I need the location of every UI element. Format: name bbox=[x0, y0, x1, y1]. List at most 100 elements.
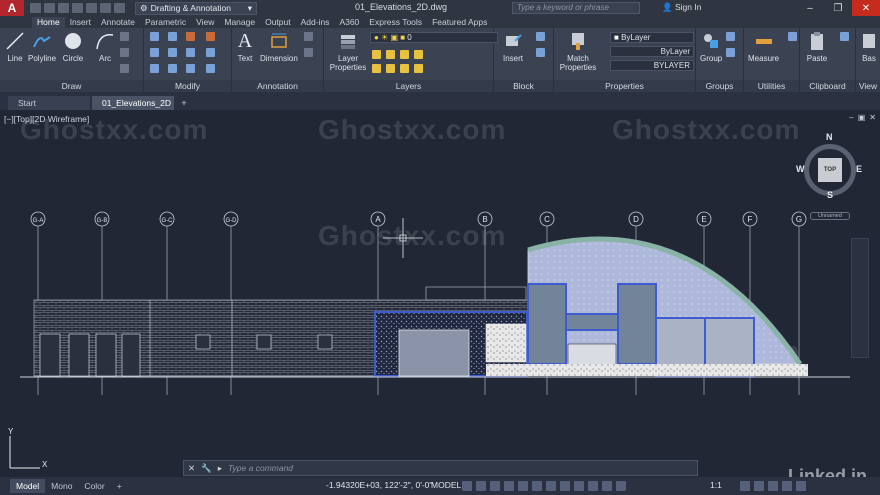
utilities-panel-label[interactable]: Utilities bbox=[744, 80, 799, 92]
command-line[interactable]: ✕ 🔧 ▸ Type a command bbox=[183, 460, 698, 476]
mirror-icon[interactable] bbox=[168, 48, 177, 57]
trim-icon[interactable] bbox=[186, 32, 195, 41]
undo-icon[interactable] bbox=[100, 3, 111, 13]
dimension-tool[interactable]: Dimension bbox=[260, 30, 298, 63]
properties-panel-label[interactable]: Properties bbox=[554, 80, 695, 92]
search-input[interactable]: Type a keyword or phrase bbox=[512, 2, 640, 14]
add-layout-button[interactable]: + bbox=[111, 479, 128, 493]
close-button[interactable]: ✕ bbox=[852, 0, 880, 16]
grid-toggle-icon[interactable] bbox=[462, 481, 472, 491]
layer-previous-icon[interactable] bbox=[414, 64, 423, 73]
snap-toggle-icon[interactable] bbox=[476, 481, 486, 491]
lineweight-toggle-icon[interactable] bbox=[560, 481, 570, 491]
selection-cycling-icon[interactable] bbox=[588, 481, 598, 491]
isodraft-toggle-icon[interactable] bbox=[518, 481, 528, 491]
stretch-icon[interactable] bbox=[150, 64, 159, 73]
navigation-bar[interactable] bbox=[851, 238, 869, 358]
tab-parametric[interactable]: Parametric bbox=[140, 17, 191, 28]
array-icon[interactable] bbox=[186, 64, 195, 73]
arc-tool[interactable]: Arc bbox=[94, 30, 116, 63]
wrench-icon[interactable]: 🔧 bbox=[201, 463, 212, 474]
match-properties-tool[interactable]: Match Properties bbox=[558, 30, 598, 72]
hardware-acceleration-icon[interactable] bbox=[782, 481, 792, 491]
print-icon[interactable] bbox=[86, 3, 97, 13]
offset-icon[interactable] bbox=[206, 64, 215, 73]
base-tool[interactable]: Bas bbox=[858, 30, 880, 63]
compass-south[interactable]: S bbox=[827, 190, 833, 200]
isolate-objects-icon[interactable] bbox=[768, 481, 778, 491]
color-dropdown[interactable]: ■ ByLayer bbox=[610, 32, 694, 43]
explode-icon[interactable] bbox=[206, 48, 215, 57]
annotation-panel-label[interactable]: Annotation bbox=[232, 80, 323, 92]
view-panel-label[interactable]: View bbox=[856, 80, 880, 92]
tab-insert[interactable]: Insert bbox=[65, 17, 96, 28]
modify-panel-label[interactable]: Modify bbox=[144, 80, 231, 92]
annotation-visibility-icon[interactable] bbox=[602, 481, 612, 491]
sign-in-link[interactable]: 👤 Sign In bbox=[662, 2, 701, 13]
tab-express-tools[interactable]: Express Tools bbox=[364, 17, 427, 28]
create-block-icon[interactable] bbox=[536, 32, 545, 41]
tab-add-ins[interactable]: Add-ins bbox=[296, 17, 335, 28]
layers-panel-label[interactable]: Layers bbox=[324, 80, 493, 92]
ucs-menu[interactable]: Unnamed bbox=[810, 212, 850, 220]
move-icon[interactable] bbox=[150, 32, 159, 41]
layout-tab-mono[interactable]: Mono bbox=[45, 479, 78, 493]
rectangle-icon[interactable] bbox=[120, 32, 129, 41]
close-icon[interactable]: ✕ bbox=[188, 463, 195, 474]
layout-tab-color[interactable]: Color bbox=[78, 479, 110, 493]
leader-icon[interactable] bbox=[304, 32, 313, 41]
copy-icon[interactable] bbox=[150, 48, 159, 57]
tab-manage[interactable]: Manage bbox=[219, 17, 260, 28]
compass-north[interactable]: N bbox=[826, 132, 833, 142]
layer-freeze-icon[interactable] bbox=[386, 50, 395, 59]
annotation-monitor-icon[interactable] bbox=[754, 481, 764, 491]
redo-icon[interactable] bbox=[114, 3, 125, 13]
layer-isolate-icon[interactable] bbox=[372, 64, 381, 73]
fillet-icon[interactable] bbox=[186, 48, 195, 57]
minimize-button[interactable]: – bbox=[796, 0, 824, 16]
autoscale-icon[interactable] bbox=[616, 481, 626, 491]
viewcube-top-face[interactable]: TOP bbox=[818, 158, 842, 182]
calculator-icon[interactable] bbox=[788, 32, 797, 41]
layout-tab-model[interactable]: Model bbox=[10, 479, 46, 493]
ungroup-icon[interactable] bbox=[726, 32, 735, 41]
viewcube[interactable]: TOP N S E W Unnamed bbox=[796, 132, 866, 222]
model-space-toggle[interactable]: MODEL bbox=[431, 480, 461, 490]
save-icon[interactable] bbox=[58, 3, 69, 13]
command-input[interactable]: Type a command bbox=[228, 463, 293, 473]
draw-panel-label[interactable]: Draw bbox=[0, 80, 143, 92]
hatch-icon[interactable] bbox=[120, 48, 129, 57]
compass-east[interactable]: E bbox=[856, 164, 862, 174]
tab-home[interactable]: Home bbox=[32, 17, 65, 28]
block-panel-label[interactable]: Block bbox=[494, 80, 553, 92]
layer-unisolate-icon[interactable] bbox=[386, 64, 395, 73]
open-icon[interactable] bbox=[44, 3, 55, 13]
osnap-tracking-icon[interactable] bbox=[532, 481, 542, 491]
customization-menu-icon[interactable] bbox=[796, 481, 806, 491]
scale-icon[interactable] bbox=[168, 64, 177, 73]
lineweight-dropdown[interactable]: BYLAYER bbox=[610, 60, 694, 71]
polar-toggle-icon[interactable] bbox=[504, 481, 514, 491]
tab-output[interactable]: Output bbox=[260, 17, 296, 28]
circle-tool[interactable]: Circle bbox=[62, 30, 84, 63]
compass-west[interactable]: W bbox=[796, 164, 805, 174]
linetype-dropdown[interactable]: ByLayer bbox=[610, 46, 694, 57]
clipboard-panel-label[interactable]: Clipboard bbox=[800, 80, 855, 92]
workspace-dropdown[interactable]: ⚙ Drafting & Annotation ▾ bbox=[135, 1, 257, 15]
new-icon[interactable] bbox=[30, 3, 41, 13]
ortho-toggle-icon[interactable] bbox=[490, 481, 500, 491]
layer-match-icon[interactable] bbox=[414, 50, 423, 59]
transparency-toggle-icon[interactable] bbox=[574, 481, 584, 491]
insert-tool[interactable]: Insert bbox=[502, 30, 524, 63]
tab-view[interactable]: View bbox=[191, 17, 219, 28]
restore-button[interactable]: ❐ bbox=[824, 0, 852, 16]
group-edit-icon[interactable] bbox=[726, 48, 735, 57]
draw-more-icon[interactable] bbox=[120, 64, 129, 73]
measure-tool[interactable]: Measure bbox=[748, 30, 779, 63]
layer-walk-icon[interactable] bbox=[400, 64, 409, 73]
layer-dropdown[interactable]: ● ☀ ▣ ■ 0 bbox=[370, 32, 498, 43]
file-tab-start[interactable]: Start bbox=[8, 96, 90, 110]
tab-annotate[interactable]: Annotate bbox=[96, 17, 140, 28]
osnap-toggle-icon[interactable] bbox=[546, 481, 556, 491]
polyline-tool[interactable]: Polyline bbox=[28, 30, 56, 63]
